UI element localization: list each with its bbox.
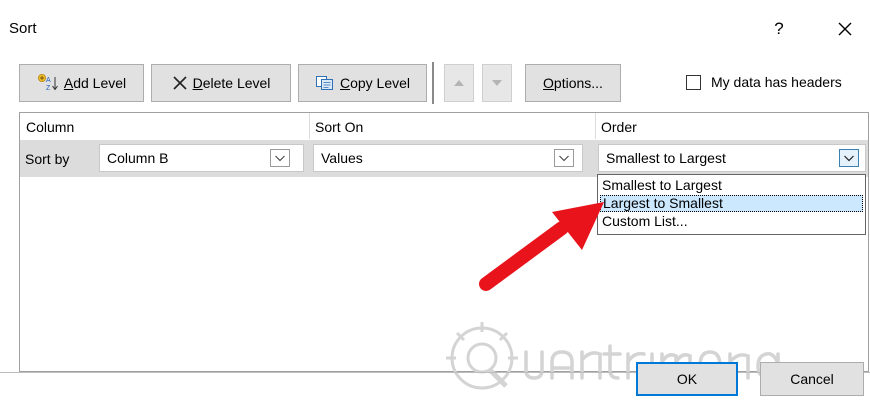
copy-level-button[interactable]: Copy Level xyxy=(298,64,427,102)
order-select[interactable]: Smallest to Largest xyxy=(598,144,866,172)
options-label: Options... xyxy=(543,75,603,91)
move-down-button[interactable] xyxy=(482,64,512,102)
toolbar-separator xyxy=(432,62,434,104)
chevron-down-icon xyxy=(559,155,569,162)
column-select[interactable]: Column B xyxy=(99,144,304,172)
ok-button[interactable]: OK xyxy=(636,362,738,396)
sort-levels-grid: Column Sort On Order Sort by Column B Va… xyxy=(19,112,869,372)
sort-on-dropdown-button[interactable] xyxy=(554,149,574,167)
add-level-label: Add Level xyxy=(63,75,127,91)
my-data-has-headers-label: My data has headers xyxy=(711,74,842,90)
sort-on-select-value: Values xyxy=(321,150,363,166)
options-button[interactable]: Options... xyxy=(525,64,621,102)
sort-on-select[interactable]: Values xyxy=(313,144,583,172)
move-up-button[interactable] xyxy=(444,64,474,102)
column-dropdown-button[interactable] xyxy=(270,149,290,167)
sort-on-header: Sort On xyxy=(315,119,364,135)
sort-by-label: Sort by xyxy=(25,151,70,167)
add-level-button[interactable]: A Z Add Level xyxy=(19,64,144,102)
column-header: Column xyxy=(26,119,75,135)
order-header: Order xyxy=(601,119,637,135)
cancel-button[interactable]: Cancel xyxy=(760,362,864,396)
help-button[interactable]: ? xyxy=(764,14,794,44)
checkbox-box[interactable] xyxy=(686,74,701,90)
chevron-down-icon xyxy=(844,155,854,162)
dialog-title: Sort xyxy=(9,20,37,37)
column-select-value: Column B xyxy=(107,150,169,166)
chevron-down-icon xyxy=(275,155,285,162)
order-option-smallest-to-largest[interactable]: Smallest to Largest xyxy=(600,177,863,194)
delete-level-button[interactable]: Delete Level xyxy=(151,64,291,102)
close-button[interactable] xyxy=(830,14,860,44)
header-divider xyxy=(309,113,310,139)
svg-text:Z: Z xyxy=(46,85,51,92)
order-option-custom-list[interactable]: Custom List... xyxy=(600,213,863,230)
triangle-down-icon xyxy=(492,80,502,86)
footer-divider xyxy=(0,372,870,373)
copy-level-label: Copy Level xyxy=(339,75,411,91)
order-option-largest-to-smallest[interactable]: Largest to Smallest xyxy=(600,195,863,212)
order-dropdown-button[interactable] xyxy=(839,149,859,167)
order-select-value: Smallest to Largest xyxy=(606,150,726,166)
my-data-has-headers-checkbox[interactable]: My data has headers xyxy=(686,74,842,90)
close-icon xyxy=(838,22,852,36)
triangle-up-icon xyxy=(454,80,464,86)
order-dropdown-list: Smallest to Largest Largest to Smallest … xyxy=(597,174,866,235)
add-level-icon: A Z xyxy=(37,74,58,92)
svg-text:A: A xyxy=(46,77,51,84)
title-bar: Sort ? xyxy=(0,0,870,56)
delete-level-label: Delete Level xyxy=(192,75,271,91)
copy-icon xyxy=(315,76,333,90)
header-divider xyxy=(595,113,596,139)
delete-x-icon xyxy=(173,76,187,90)
